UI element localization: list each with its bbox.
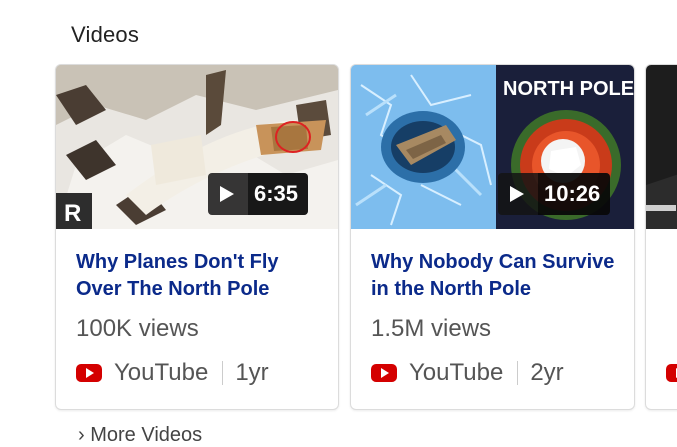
duration-text: 6:35 [248, 173, 309, 215]
video-source: YouTube 2yr [371, 358, 564, 388]
play-icon [498, 173, 538, 215]
play-icon [208, 173, 248, 215]
view-count: 1.5M views [371, 315, 492, 342]
youtube-logo-icon [371, 364, 397, 382]
video-card[interactable]: R 6:35 Why Planes Don't Fly Over The Nor… [55, 64, 339, 410]
duration-badge: 10:26 [498, 173, 611, 215]
video-age: 1yr [235, 359, 269, 386]
video-thumbnail[interactable]: NORTH POLE 10:26 [351, 65, 634, 229]
video-source: YouTube 1yr [76, 358, 269, 388]
video-thumbnail[interactable]: R 6:35 [56, 65, 338, 229]
source-name: YouTube [114, 359, 209, 386]
more-videos-link[interactable]: › More Videos [78, 424, 202, 447]
thumbnail-text: NORTH POLE [503, 78, 634, 100]
video-card[interactable]: NORTH POLE 10:26 Why Nobody Can Survive … [350, 64, 635, 410]
video-thumbnail[interactable] [646, 65, 677, 229]
duration-text: 10:26 [538, 173, 611, 215]
view-count: 100K views [76, 315, 199, 342]
video-card[interactable] [645, 64, 677, 410]
youtube-logo-icon [76, 364, 102, 382]
divider [222, 361, 224, 385]
youtube-logo-icon [666, 364, 677, 382]
video-title-link[interactable]: Why Planes Don't Fly Over The North Pole [76, 249, 326, 303]
divider [517, 361, 519, 385]
video-source [666, 358, 677, 388]
svg-text:R: R [64, 200, 81, 227]
duration-badge: 6:35 [208, 173, 309, 215]
source-name: YouTube [409, 359, 504, 386]
video-age: 2yr [530, 359, 564, 386]
section-title: Videos [71, 22, 140, 47]
video-title-link[interactable]: Why Nobody Can Survive in the North Pole [371, 249, 621, 303]
